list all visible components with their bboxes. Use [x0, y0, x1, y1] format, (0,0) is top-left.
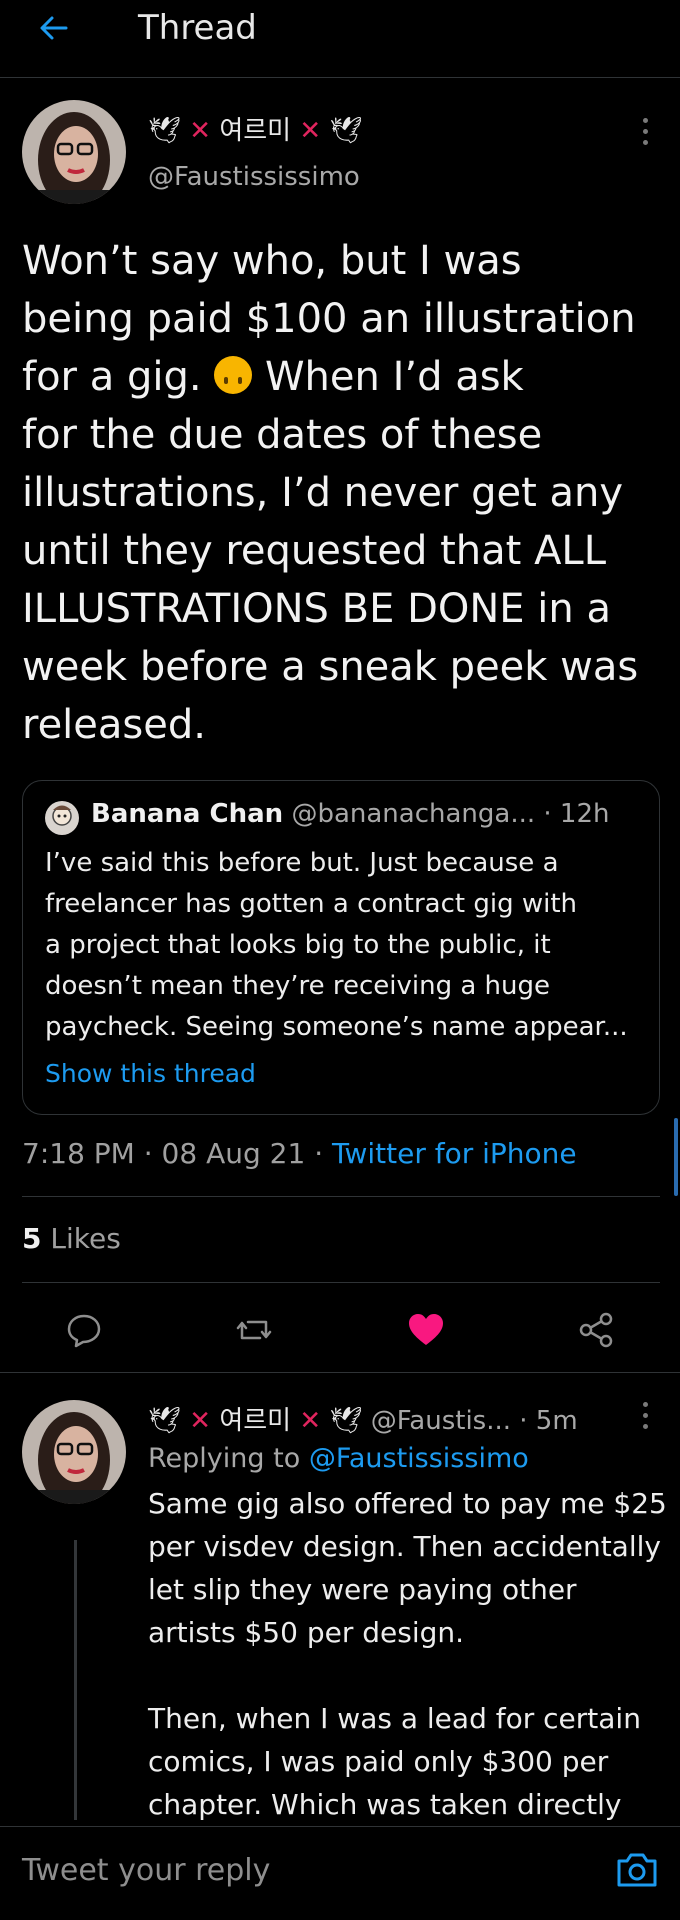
- tweet-line-part: for a gig.: [22, 354, 202, 400]
- tweet-text: Won’t say who, but I was being paid $100…: [22, 232, 662, 754]
- cross-mark-icon: ✕: [189, 1406, 212, 1436]
- scrollbar-thumb[interactable]: [674, 1118, 678, 1196]
- reply-icon[interactable]: [64, 1310, 104, 1350]
- quoted-text: I’ve said this before but. Just because …: [45, 843, 645, 1048]
- dove-icon: 🕊: [148, 1406, 182, 1436]
- divider: [22, 1196, 660, 1197]
- dove-icon: 🕊: [329, 1406, 363, 1436]
- tweet-date: 08 Aug 21: [161, 1137, 306, 1170]
- author-handle[interactable]: @Faustississimo: [148, 162, 360, 192]
- name-text: 여르미: [219, 116, 292, 146]
- tweet-line: for a gig. When I’d ask: [22, 348, 662, 406]
- replying-to-line: Replying to @Faustississimo: [148, 1443, 529, 1474]
- reply-line: let slip they were paying other: [148, 1573, 577, 1606]
- quoted-tweet[interactable]: Banana Chan @bananachanga... · 12h I’ve …: [22, 780, 660, 1115]
- tweet-source-link[interactable]: Twitter for iPhone: [332, 1137, 577, 1170]
- dove-icon: 🕊: [148, 116, 182, 146]
- quoted-time: · 12h: [543, 799, 610, 829]
- reply-handle: @Faustis...: [370, 1406, 512, 1436]
- meta-dot: ·: [314, 1137, 324, 1170]
- reply-line: chapter. Which was taken directly: [148, 1788, 622, 1821]
- top-bar: Thread: [0, 0, 680, 78]
- meta-dot: ·: [143, 1137, 153, 1170]
- name-text: 여르미: [219, 1406, 292, 1436]
- replying-prefix: Replying to: [148, 1443, 301, 1474]
- tweet-line: Won’t say who, but I was: [22, 238, 522, 284]
- upside-down-face-icon: [214, 356, 253, 394]
- quoted-header: Banana Chan @bananachanga... · 12h: [91, 799, 609, 829]
- reply-line: Then, when I was a lead for certain: [148, 1702, 641, 1735]
- page-title: Thread: [138, 8, 257, 48]
- quoted-line: a project that looks big to the public, …: [45, 930, 551, 960]
- quoted-line: freelancer has gotten a contract gig wit…: [45, 889, 578, 919]
- author-display-name[interactable]: 🕊 ✕ 여르미 ✕ 🕊: [148, 110, 362, 147]
- quoted-line: paycheck. Seeing someone’s name appear..…: [45, 1012, 628, 1042]
- tweet-meta: 7:18 PM · 08 Aug 21 · Twitter for iPhone: [22, 1137, 577, 1170]
- quoted-line: doesn’t mean they’re receiving a huge: [45, 971, 550, 1001]
- quoted-avatar: [45, 801, 79, 835]
- quoted-handle: @bananachanga...: [291, 799, 536, 829]
- reply-line: artists $50 per design.: [148, 1616, 465, 1649]
- more-options-icon[interactable]: [640, 118, 650, 148]
- reply-composer-bar: Tweet your reply: [0, 1826, 680, 1920]
- section-separator: [0, 1372, 680, 1373]
- reply-more-options-icon[interactable]: [640, 1402, 650, 1432]
- replying-to-handle[interactable]: @Faustississimo: [309, 1443, 529, 1474]
- share-icon[interactable]: [576, 1310, 616, 1350]
- reply-author-avatar[interactable]: [22, 1400, 126, 1504]
- tweet-line: week before a sneak peek was: [22, 644, 639, 690]
- tweet-line: until they requested that ALL: [22, 528, 607, 574]
- tweet-line: ILLUSTRATIONS BE DONE in a: [22, 586, 611, 632]
- reply-author-header[interactable]: 🕊 ✕ 여르미 ✕ 🕊 @Faustis... · 5m: [148, 1400, 578, 1437]
- reply-text: Same gig also offered to pay me $25 per …: [148, 1482, 668, 1826]
- cross-mark-icon: ✕: [299, 116, 322, 146]
- show-thread-link[interactable]: Show this thread: [45, 1059, 256, 1088]
- likes-label: Likes: [50, 1222, 121, 1255]
- camera-icon[interactable]: [614, 1847, 660, 1891]
- tweet-line: illustrations, I’d never get any: [22, 470, 624, 516]
- retweet-icon[interactable]: [234, 1310, 274, 1350]
- tweet-line: released.: [22, 702, 206, 748]
- thread-connector-line: [74, 1540, 77, 1820]
- reply-line: Same gig also offered to pay me $25: [148, 1487, 667, 1520]
- likes-number: 5: [22, 1222, 42, 1255]
- tweet-line: being paid $100 an illustration: [22, 296, 636, 342]
- cross-mark-icon: ✕: [299, 1406, 322, 1436]
- reply-time: · 5m: [519, 1406, 578, 1436]
- tweet-line: for the due dates of these: [22, 412, 543, 458]
- tweet-actions: [0, 1300, 680, 1360]
- tweet-line-part: When I’d ask: [265, 354, 524, 400]
- quoted-line: I’ve said this before but. Just because …: [45, 848, 559, 878]
- reply-line: per visdev design. Then accidentally: [148, 1530, 661, 1563]
- dove-icon: 🕊: [329, 116, 363, 146]
- divider: [22, 1282, 660, 1283]
- cross-mark-icon: ✕: [189, 116, 212, 146]
- back-arrow-icon[interactable]: [36, 10, 72, 46]
- likes-count-link[interactable]: 5 Likes: [22, 1222, 121, 1255]
- heart-icon[interactable]: [406, 1310, 446, 1350]
- reply-input[interactable]: Tweet your reply: [22, 1853, 270, 1888]
- reply-line: comics, I was paid only $300 per: [148, 1745, 609, 1778]
- tweet-time: 7:18 PM: [22, 1137, 135, 1170]
- quoted-name: Banana Chan: [91, 799, 284, 829]
- author-avatar[interactable]: [22, 100, 126, 204]
